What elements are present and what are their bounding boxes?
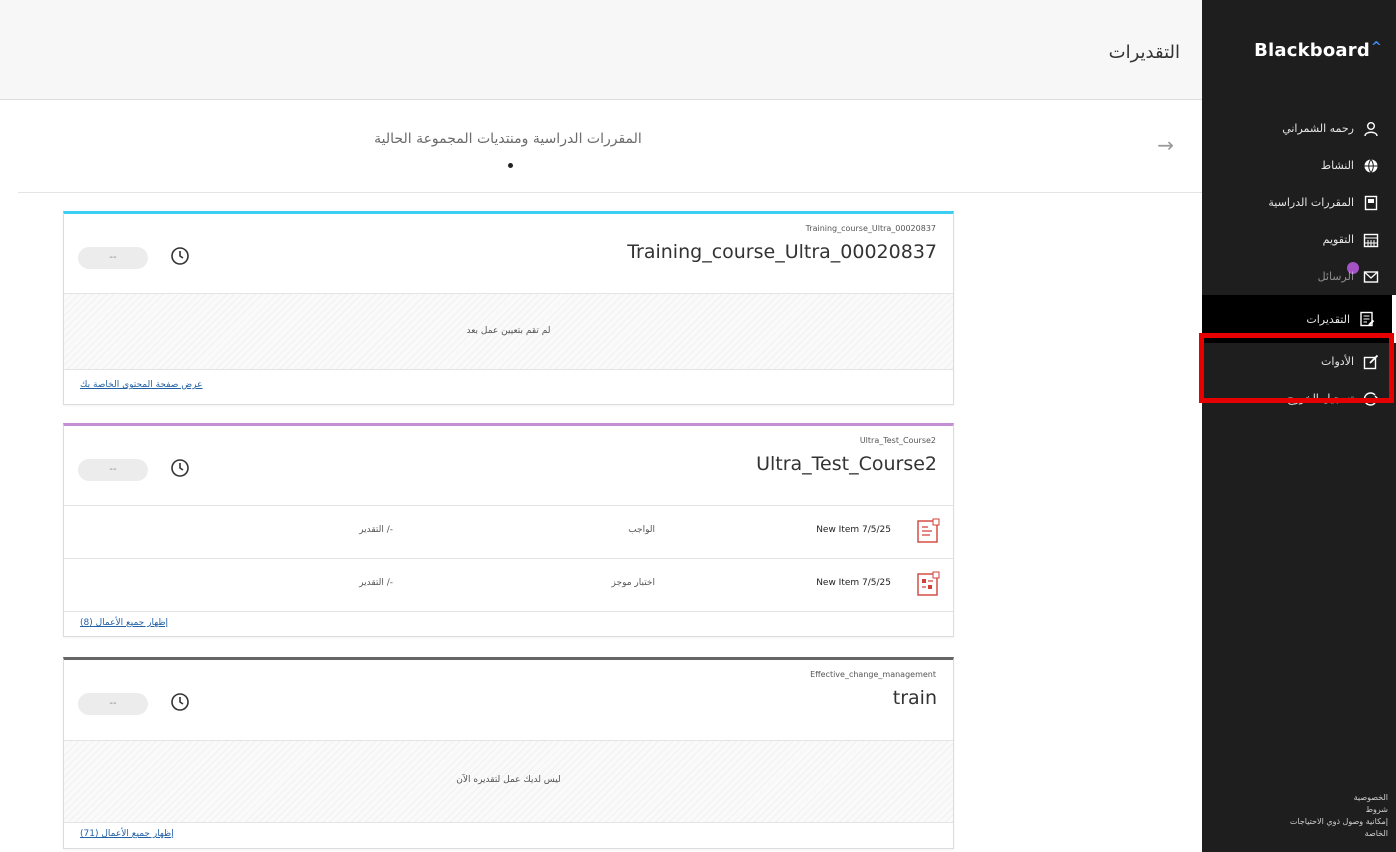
page-header: التقديرات (0, 0, 1202, 100)
view-content-link[interactable]: عرض صفحة المحتوى الخاصة بك (80, 380, 203, 390)
sidebar-nav: رحمه الشمراني النشاط المقررات الدراسية ا… (1202, 110, 1396, 417)
page-title: التقديرات (1108, 42, 1180, 63)
logo-caret-icon: ^ (1370, 40, 1382, 55)
terms-link[interactable]: شروط (1218, 804, 1388, 816)
card-header: Training_course_Ultra_00020837 Training_… (64, 214, 953, 294)
empty-state-text: لم تقم بتعيين عمل بعد (466, 326, 551, 336)
course-name[interactable]: Training_course_Ultra_00020837 (627, 241, 937, 263)
sidebar-item-profile[interactable]: رحمه الشمراني (1202, 110, 1396, 147)
sidebar-item-label: التقديرات (1306, 312, 1350, 326)
sidebar-item-label: النشاط (1320, 159, 1354, 172)
carousel-page-dot[interactable] (508, 163, 513, 168)
card-footer: إظهار جميع الأعمال (8) (64, 612, 953, 636)
item-type: الواجب (628, 525, 655, 535)
accessibility-link[interactable]: إمكانية وصول ذوي الاحتياجات (1218, 816, 1388, 828)
course-name[interactable]: Ultra_Test_Course2 (756, 453, 937, 475)
history-icon[interactable] (169, 245, 191, 267)
sidebar-item-grades[interactable]: التقديرات (1202, 295, 1396, 343)
course-id: Training_course_Ultra_00020837 (805, 224, 936, 233)
sidebar-item-label: المقررات الدراسية (1268, 196, 1354, 209)
app-root: التقديرات المقررات الدراسية ومنتديات الم… (0, 0, 1396, 852)
card-header: Effective_change_management train -- (64, 660, 953, 741)
sidebar-item-label: تسجيل الخروج (1286, 392, 1354, 405)
sidebar-item-messages[interactable]: الرسائل (1202, 258, 1396, 295)
course-card: Ultra_Test_Course2 Ultra_Test_Course2 --… (63, 423, 954, 637)
grade-item-row[interactable]: New Item 7/5/25 اختبار موجز -/ التقدير (64, 559, 953, 612)
accessibility-link-cont[interactable]: الخاصة (1218, 828, 1388, 840)
overall-grade-pill[interactable]: -- (78, 247, 148, 269)
card-footer: عرض صفحة المحتوى الخاصة بك (64, 370, 953, 404)
show-all-work-link[interactable]: إظهار جميع الأعمال (8) (80, 618, 168, 628)
blackboard-logo[interactable]: Blackboard^ (1254, 40, 1382, 61)
carousel-next-arrow-icon[interactable]: → (1157, 133, 1174, 157)
history-icon[interactable] (169, 691, 191, 713)
sidebar-item-activity[interactable]: النشاط (1202, 147, 1396, 184)
course-card: Training_course_Ultra_00020837 Training_… (63, 211, 954, 405)
overall-grade-pill[interactable]: -- (78, 459, 148, 481)
sidebar-item-label: رحمه الشمراني (1282, 122, 1354, 135)
privacy-link[interactable]: الخصوصية (1218, 792, 1388, 804)
show-all-work-link[interactable]: إظهار جميع الأعمال (71) (80, 829, 174, 839)
messages-icon (1362, 268, 1380, 286)
sidebar-item-logout[interactable]: تسجيل الخروج (1202, 380, 1396, 417)
carousel-title: المقررات الدراسية ومنتديات المجموعة الحا… (374, 131, 642, 147)
course-id: Effective_change_management (810, 670, 936, 679)
empty-state-text: ليس لديك عمل لتقديره الآن (456, 775, 561, 785)
card-footer: إظهار جميع الأعمال (71) (64, 823, 953, 847)
sidebar-item-label: الأدوات (1321, 355, 1354, 368)
globe-icon (1362, 157, 1380, 175)
overall-grade-pill[interactable]: -- (78, 693, 148, 715)
sidebar-item-calendar[interactable]: التقويم (1202, 221, 1396, 258)
logout-icon (1362, 390, 1380, 408)
empty-state: لم تقم بتعيين عمل بعد (64, 294, 953, 370)
course-carousel: المقررات الدراسية ومنتديات المجموعة الحا… (18, 101, 1202, 193)
assignment-icon (917, 518, 940, 543)
test-icon (917, 571, 940, 596)
user-icon (1362, 120, 1380, 138)
sidebar-item-label: الرسائل (1317, 270, 1354, 283)
sidebar: Blackboard^ رحمه الشمراني النشاط المقررا… (1202, 0, 1396, 852)
sidebar-item-tools[interactable]: الأدوات (1202, 343, 1396, 380)
item-type: اختبار موجز (611, 578, 655, 588)
course-id: Ultra_Test_Course2 (859, 436, 936, 445)
course-card: Effective_change_management train -- ليس… (63, 657, 954, 849)
tools-icon (1362, 353, 1380, 371)
courses-icon (1362, 194, 1380, 212)
sidebar-footer: الخصوصية شروط إمكانية وصول ذوي الاحتياجا… (1218, 792, 1388, 840)
grades-icon (1358, 310, 1376, 328)
grade-item-row[interactable]: New Item 7/5/25 الواجب -/ التقدير (64, 506, 953, 559)
card-header: Ultra_Test_Course2 Ultra_Test_Course2 -- (64, 426, 953, 506)
sidebar-item-courses[interactable]: المقررات الدراسية (1202, 184, 1396, 221)
item-grade: -/ التقدير (359, 578, 393, 588)
item-grade: -/ التقدير (359, 525, 393, 535)
calendar-icon (1362, 231, 1380, 249)
course-name[interactable]: train (893, 687, 937, 709)
brand-name: Blackboard (1254, 40, 1370, 61)
empty-state: ليس لديك عمل لتقديره الآن (64, 741, 953, 823)
item-name[interactable]: New Item 7/5/25 (816, 525, 891, 535)
history-icon[interactable] (169, 457, 191, 479)
sidebar-item-label: التقويم (1322, 233, 1354, 246)
item-name[interactable]: New Item 7/5/25 (816, 578, 891, 588)
